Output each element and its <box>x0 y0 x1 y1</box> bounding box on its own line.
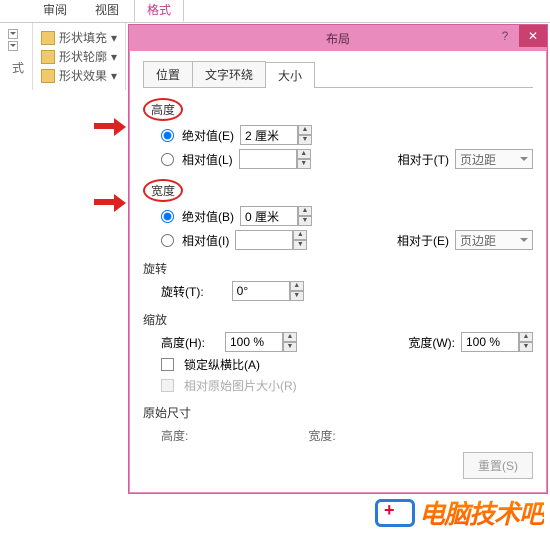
dialog-tabs: 位置 文字环绕 大小 <box>143 61 533 88</box>
spin-down[interactable]: ▼ <box>293 240 307 250</box>
spin-down[interactable]: ▼ <box>297 159 311 169</box>
spin-down[interactable]: ▼ <box>283 342 297 352</box>
height-abs-radio[interactable] <box>161 129 174 142</box>
rotate-field-label: 旋转(T): <box>161 283 204 300</box>
height-rel-radio[interactable] <box>161 153 174 166</box>
scale-label: 缩放 <box>143 311 533 328</box>
lock-aspect-checkbox[interactable] <box>161 358 174 371</box>
height-abs-label: 绝对值(E) <box>182 127 234 144</box>
spin-down[interactable]: ▼ <box>290 291 304 301</box>
tab-position[interactable]: 位置 <box>143 61 193 87</box>
spin-up[interactable]: ▲ <box>297 149 311 159</box>
spin-down[interactable]: ▼ <box>298 216 312 226</box>
dialog-title: 布局 <box>326 30 350 47</box>
height-abs-input[interactable] <box>240 125 298 145</box>
height-rel-input[interactable] <box>239 149 297 169</box>
style-expand[interactable] <box>8 41 18 51</box>
spin-up[interactable]: ▲ <box>283 332 297 342</box>
help-button[interactable]: ? <box>491 25 519 47</box>
ribbon-tab-format[interactable]: 格式 <box>134 0 184 22</box>
callout-arrow-height <box>94 118 128 136</box>
ribbon-tab-view[interactable]: 视图 <box>82 0 132 22</box>
height-relto-label: 相对于(T) <box>398 151 449 168</box>
spin-up[interactable]: ▲ <box>298 206 312 216</box>
width-abs-input[interactable] <box>240 206 298 226</box>
spin-down[interactable]: ▼ <box>298 135 312 145</box>
width-abs-label: 绝对值(B) <box>182 208 234 225</box>
width-rel-radio[interactable] <box>161 234 174 247</box>
ribbon-tabs: 审阅 视图 格式 <box>0 0 550 22</box>
scale-h-label: 高度(H): <box>161 334 205 351</box>
width-relto-label: 相对于(E) <box>397 232 449 249</box>
scale-h-input[interactable] <box>225 332 283 352</box>
tab-size[interactable]: 大小 <box>265 62 315 88</box>
watermark-text: 电脑技术吧 <box>419 494 544 531</box>
spin-up[interactable]: ▲ <box>298 125 312 135</box>
spin-up[interactable]: ▲ <box>290 281 304 291</box>
shape-outline-icon <box>41 50 55 64</box>
original-width-label: 宽度: <box>308 427 335 444</box>
shape-outline-button[interactable]: 形状轮廓 <box>59 48 107 65</box>
scale-w-label: 宽度(W): <box>408 334 455 351</box>
dialog-titlebar[interactable]: 布局 ? ✕ <box>129 25 547 51</box>
style-group-label: 式 <box>8 53 24 76</box>
scale-w-input[interactable] <box>461 332 519 352</box>
ribbon-tab-review[interactable]: 审阅 <box>30 0 80 22</box>
shape-fill-icon <box>41 31 55 45</box>
width-rel-label: 相对值(I) <box>182 232 229 249</box>
width-label: 宽度 <box>143 179 183 202</box>
style-dropdown[interactable] <box>8 29 18 39</box>
close-button[interactable]: ✕ <box>519 25 547 47</box>
height-rel-label: 相对值(L) <box>182 151 233 168</box>
watermark: 电脑技术吧 <box>375 494 544 531</box>
width-rel-input[interactable] <box>235 230 293 250</box>
height-relto-select[interactable]: 页边距 <box>455 149 533 169</box>
width-relto-select[interactable]: 页边距 <box>455 230 533 250</box>
spin-down[interactable]: ▼ <box>519 342 533 352</box>
relative-orig-label: 相对原始图片大小(R) <box>184 377 297 394</box>
callout-arrow-width <box>94 194 128 212</box>
shape-fill-button[interactable]: 形状填充 <box>59 29 107 46</box>
lock-aspect-label: 锁定纵横比(A) <box>184 356 260 373</box>
shape-effects-icon <box>41 69 55 83</box>
width-abs-radio[interactable] <box>161 210 174 223</box>
reset-button[interactable]: 重置(S) <box>463 452 533 479</box>
tab-wrap[interactable]: 文字环绕 <box>192 61 266 87</box>
spin-up[interactable]: ▲ <box>293 230 307 240</box>
spin-up[interactable]: ▲ <box>519 332 533 342</box>
relative-orig-checkbox <box>161 379 174 392</box>
original-label: 原始尺寸 <box>143 404 533 421</box>
height-label: 高度 <box>143 98 183 121</box>
layout-dialog: 布局 ? ✕ 位置 文字环绕 大小 高度 绝对值(E) ▲▼ 相对值(L) ▲▼ <box>128 24 548 494</box>
rotate-input[interactable] <box>232 281 290 301</box>
watermark-icon <box>375 499 415 527</box>
shape-effects-button[interactable]: 形状效果 <box>59 67 107 84</box>
rotate-label: 旋转 <box>143 260 533 277</box>
original-height-label: 高度: <box>161 427 188 444</box>
